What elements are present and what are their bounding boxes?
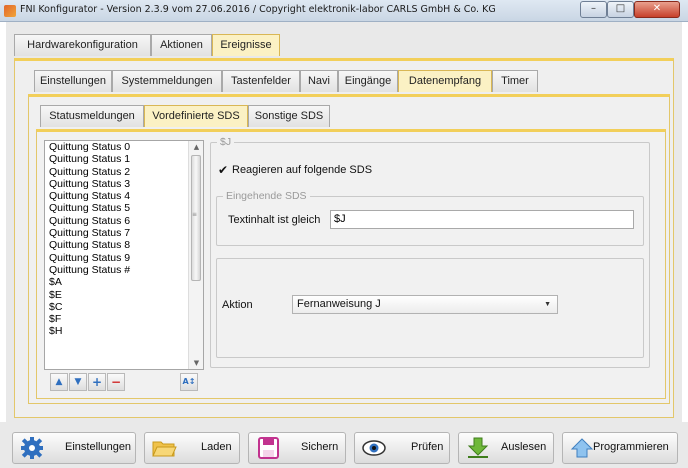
sort-button[interactable]: A↕ [180,373,198,391]
tab-ereignisse[interactable]: Ereignisse [212,34,280,56]
tab-statusmeldungen[interactable]: Statusmeldungen [40,105,144,127]
list-item[interactable]: $E [45,289,203,301]
maximize-button[interactable]: □ [607,1,634,18]
action-label: Aktion [222,299,253,311]
action-select[interactable]: Fernanweisung J ▼ [292,295,558,314]
tab-eingaenge[interactable]: Eingänge [338,70,398,92]
read-button[interactable]: Auslesen [458,432,554,464]
list-item[interactable]: Quittung Status 7 [45,227,203,239]
action-select-value: Fernanweisung J [297,298,381,310]
list-toolbar: ▲ ▼ + − A↕ [44,372,204,394]
tab-einstellungen[interactable]: Einstellungen [34,70,112,92]
list-item[interactable]: Quittung Status # [45,264,203,276]
list-item[interactable]: Quittung Status 2 [45,166,203,178]
scroll-up-icon[interactable]: ▲ [189,141,204,153]
react-checkbox[interactable]: ✔ [218,164,230,176]
save-button-label: Sichern [301,441,339,453]
list-item[interactable]: Quittung Status 5 [45,202,203,214]
list-item[interactable]: $H [45,325,203,337]
list-item[interactable]: Quittung Status 4 [45,190,203,202]
list-item[interactable]: Quittung Status 0 [45,141,203,153]
load-button[interactable]: Laden [144,432,240,464]
window-title: FNI Konfigurator - Version 2.3.9 vom 27.… [20,4,496,15]
list-item[interactable]: $A [45,276,203,288]
tab-navi[interactable]: Navi [300,70,338,92]
scroll-down-icon[interactable]: ▼ [189,357,204,369]
program-button[interactable]: Programmieren [562,432,678,464]
incoming-sds-title: Eingehende SDS [223,190,310,202]
list-item[interactable]: Quittung Status 6 [45,215,203,227]
list-item[interactable]: $F [45,313,203,325]
gear-icon [21,437,43,459]
close-button[interactable]: ✕ [634,1,680,18]
read-button-label: Auslesen [501,441,547,453]
text-equals-label: Textinhalt ist gleich [228,214,321,226]
app-icon [4,5,16,17]
react-label: Reagieren auf folgende SDS [232,164,373,176]
list-item[interactable]: Quittung Status 9 [45,252,203,264]
tab-hardwarekonfiguration[interactable]: Hardwarekonfiguration [14,34,151,56]
title-bar: FNI Konfigurator - Version 2.3.9 vom 27.… [0,0,688,22]
save-button[interactable]: Sichern [248,432,346,464]
list-item[interactable]: Quittung Status 3 [45,178,203,190]
text-equals-input[interactable]: $J [330,210,634,229]
chevron-down-icon: ▼ [544,301,551,308]
settings-button-label: Einstellungen [65,441,132,453]
tab-systemmeldungen[interactable]: Systemmeldungen [112,70,222,92]
remove-item-button[interactable]: − [107,373,125,391]
tab-datenempfang[interactable]: Datenempfang [398,70,492,92]
sds-detail-title: $J [217,136,235,148]
list-scrollbar[interactable]: ▲ ≡ ▼ [188,141,203,369]
folder-icon [152,441,177,457]
scroll-thumb[interactable] [191,155,201,281]
list-item[interactable]: Quittung Status 8 [45,239,203,251]
bottom-toolbar: Einstellungen Laden Sichern Prüfen Ausle… [0,422,688,468]
tab-aktionen[interactable]: Aktionen [151,34,212,56]
check-button[interactable]: Prüfen [354,432,450,464]
eye-icon [362,440,386,456]
download-arrow-icon [467,437,489,458]
minimize-button[interactable]: – [580,1,607,18]
tab-timer[interactable]: Timer [492,70,538,92]
check-button-label: Prüfen [411,441,444,453]
add-item-button[interactable]: + [88,373,106,391]
tab-sonstige-sds[interactable]: Sonstige SDS [248,105,330,127]
program-button-label: Programmieren [593,441,669,453]
upload-arrow-icon [570,438,594,458]
list-item[interactable]: $C [45,301,203,313]
load-button-label: Laden [201,441,232,453]
tab-vordefinierte-sds[interactable]: Vordefinierte SDS [144,105,248,127]
tab-tastenfelder[interactable]: Tastenfelder [222,70,300,92]
floppy-icon [258,437,279,459]
move-up-button[interactable]: ▲ [50,373,68,391]
move-down-button[interactable]: ▼ [69,373,87,391]
list-item[interactable]: Quittung Status 1 [45,153,203,165]
settings-button[interactable]: Einstellungen [12,432,136,464]
sds-list[interactable]: Quittung Status 0 Quittung Status 1 Quittu… [44,140,204,370]
scroll-grip-icon: ≡ [192,211,198,218]
